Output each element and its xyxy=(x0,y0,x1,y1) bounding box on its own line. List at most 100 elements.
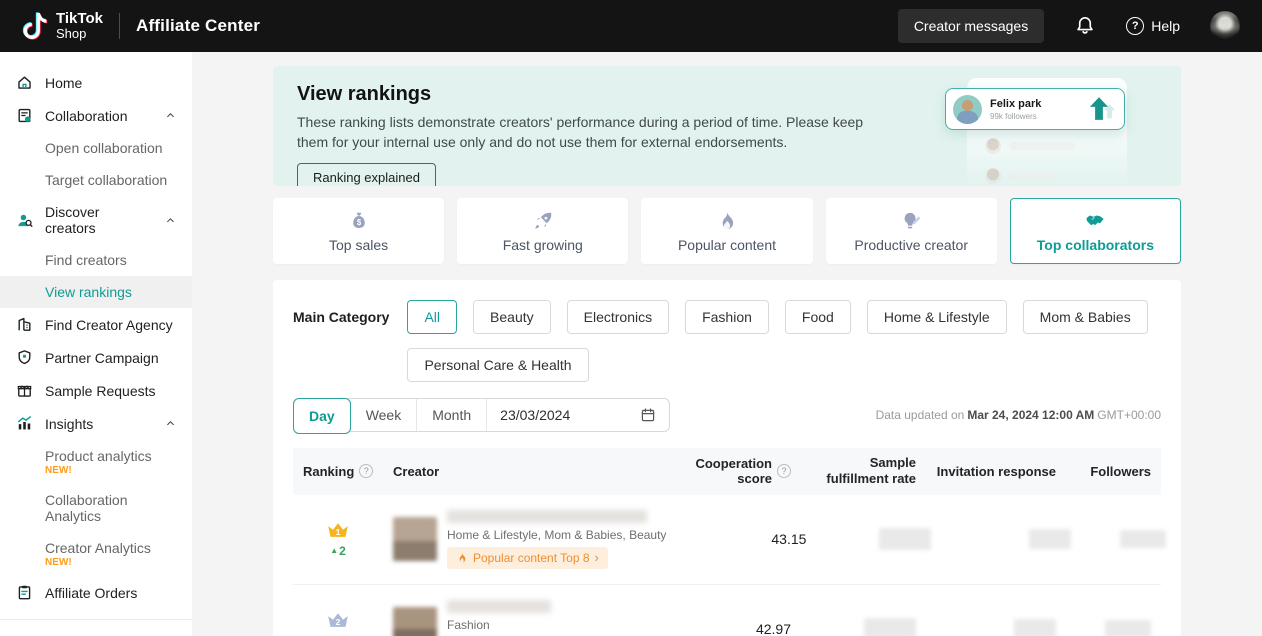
tab-productive-creator[interactable]: Productive creator xyxy=(826,198,997,264)
header-actions: Creator messages ? Help xyxy=(898,9,1240,43)
money-bag-icon: $ xyxy=(348,210,370,232)
illustration-list-row xyxy=(985,168,1127,184)
tiktok-shop-logo[interactable]: TikTok Shop xyxy=(22,11,103,41)
sidebar-item-collaboration[interactable]: Collaboration xyxy=(0,99,192,132)
sidebar-item-home[interactable]: Home xyxy=(0,66,192,99)
table-row[interactable]: 2 New Fashion xyxy=(293,585,1161,636)
notifications-bell-icon[interactable] xyxy=(1074,15,1096,37)
sidebar-item-insights[interactable]: Insights xyxy=(0,407,192,440)
creator-avatar-redacted xyxy=(393,517,437,561)
flame-icon xyxy=(716,210,738,232)
rankings-table: Ranking ? Creator Cooperation score ? Sa… xyxy=(293,448,1161,636)
page-title: Affiliate Center xyxy=(136,16,260,36)
help-label: Help xyxy=(1151,18,1180,34)
collaboration-icon xyxy=(16,107,33,124)
rankings-panel: Main Category All Beauty Electronics Fas… xyxy=(273,280,1181,636)
tab-fast-growing[interactable]: Fast growing xyxy=(457,198,628,264)
sidebar-item-seller-center[interactable]: Seller Center xyxy=(0,630,192,636)
chevron-up-icon xyxy=(165,418,176,429)
sidebar-item-target-collaboration[interactable]: Target collaboration xyxy=(0,164,192,196)
mini-text-bar xyxy=(1009,142,1075,150)
sidebar-item-open-collaboration[interactable]: Open collaboration xyxy=(0,132,192,164)
mini-avatar xyxy=(985,168,1001,184)
tab-popular-content[interactable]: Popular content xyxy=(641,198,812,264)
mini-avatar xyxy=(985,138,1001,154)
sidebar-divider xyxy=(0,619,192,620)
sidebar-item-creator-analytics[interactable]: Creator Analytics NEW! xyxy=(0,532,192,576)
help-icon: ? xyxy=(1126,17,1144,35)
new-badge: NEW! xyxy=(45,557,176,568)
sidebar-item-product-analytics[interactable]: Product analytics NEW! xyxy=(0,440,192,484)
home-icon xyxy=(16,74,33,91)
rank-cell: 2 New xyxy=(293,611,383,636)
category-chip-electronics[interactable]: Electronics xyxy=(567,300,669,334)
app-root: TikTok Shop Affiliate Center Creator mes… xyxy=(0,0,1262,636)
time-option-week[interactable]: Week xyxy=(351,399,418,431)
help-button[interactable]: ? Help xyxy=(1126,17,1180,35)
tiktok-note-icon xyxy=(22,11,48,41)
creator-info: Felix park 99k followers xyxy=(990,98,1041,121)
creator-cell: Home & Lifestyle, Mom & Babies, Beauty P… xyxy=(383,510,676,569)
cooperation-score-help-icon[interactable]: ? xyxy=(777,464,791,478)
ranking-help-icon[interactable]: ? xyxy=(359,464,373,478)
category-chip-personal-care-health[interactable]: Personal Care & Health xyxy=(407,348,588,382)
chevron-up-icon xyxy=(165,110,176,121)
category-chip-all[interactable]: All xyxy=(407,300,457,334)
category-chip-home-lifestyle[interactable]: Home & Lifestyle xyxy=(867,300,1007,334)
value-redacted xyxy=(864,618,916,636)
svg-text:1: 1 xyxy=(336,527,341,537)
flame-icon xyxy=(456,552,468,564)
sidebar-item-sample-requests[interactable]: Sample Requests xyxy=(0,374,192,407)
creator-categories: Home & Lifestyle, Mom & Babies, Beauty xyxy=(447,528,666,542)
time-filter-row: Day Week Month 23/03/2024 Data updated xyxy=(293,398,1161,432)
time-option-month[interactable]: Month xyxy=(417,399,487,431)
logo-wordmark: TikTok Shop xyxy=(56,11,103,40)
calendar-icon xyxy=(640,407,656,423)
bulb-pencil-icon xyxy=(900,210,922,232)
svg-text:$: $ xyxy=(356,217,361,226)
sidebar-item-discover-creators[interactable]: Discover creators xyxy=(0,196,192,244)
illustration-list-row xyxy=(985,138,1127,154)
creator-avatar-redacted xyxy=(393,607,437,636)
rank-cell: 1 ▲2 xyxy=(293,521,383,558)
achievement-badge[interactable]: Popular content Top 8 › xyxy=(447,547,608,569)
view-rankings-banner: View rankings These ranking lists demons… xyxy=(273,66,1181,186)
category-chip-fashion[interactable]: Fashion xyxy=(685,300,769,334)
sample-rate-cell xyxy=(816,528,941,550)
invitation-response-cell xyxy=(941,529,1081,549)
creator-name-redacted xyxy=(447,600,551,613)
creator-categories: Fashion xyxy=(447,618,575,632)
account-avatar[interactable] xyxy=(1210,11,1240,41)
tab-top-sales[interactable]: $ Top sales xyxy=(273,198,444,264)
sidebar-item-view-rankings[interactable]: View rankings xyxy=(0,276,192,308)
table-row[interactable]: 1 ▲2 Home & Lifestyle, Mom & Babies, Bea… xyxy=(293,495,1161,585)
creator-messages-button[interactable]: Creator messages xyxy=(898,9,1044,43)
category-chip-food[interactable]: Food xyxy=(785,300,851,334)
top-creator-card: Felix park 99k followers xyxy=(945,88,1125,130)
sidebar-item-collaboration-analytics[interactable]: Collaboration Analytics xyxy=(0,484,192,532)
creator-photo-avatar xyxy=(953,95,982,124)
col-followers: Followers xyxy=(1066,457,1161,486)
value-redacted xyxy=(1029,529,1071,549)
date-picker-field[interactable]: 23/03/2024 xyxy=(487,399,669,431)
chevron-up-icon xyxy=(165,215,176,226)
sidebar-item-affiliate-orders[interactable]: Affiliate Orders xyxy=(0,576,192,609)
col-ranking: Ranking ? xyxy=(293,457,383,486)
ranking-explained-button[interactable]: Ranking explained xyxy=(297,163,436,186)
sidebar-item-find-creators[interactable]: Find creators xyxy=(0,244,192,276)
value-redacted xyxy=(1105,620,1151,636)
tab-top-collaborators[interactable]: Top collaborators xyxy=(1010,198,1181,264)
sidebar-item-partner-campaign[interactable]: Partner Campaign xyxy=(0,341,192,374)
discover-creators-icon xyxy=(16,212,33,229)
rank-up-arrow-icon xyxy=(1088,96,1114,122)
new-badge: NEW! xyxy=(45,465,176,476)
category-chip-beauty[interactable]: Beauty xyxy=(473,300,551,334)
mini-text-bar xyxy=(1009,172,1057,180)
handshake-icon xyxy=(1084,210,1106,232)
time-option-day[interactable]: Day xyxy=(293,398,351,434)
category-chip-mom-babies[interactable]: Mom & Babies xyxy=(1023,300,1148,334)
followers-cell xyxy=(1066,620,1161,636)
partner-shield-icon xyxy=(16,349,33,366)
sidebar-item-find-creator-agency[interactable]: Find Creator Agency xyxy=(0,308,192,341)
col-invitation-response: Invitation response xyxy=(926,457,1066,486)
